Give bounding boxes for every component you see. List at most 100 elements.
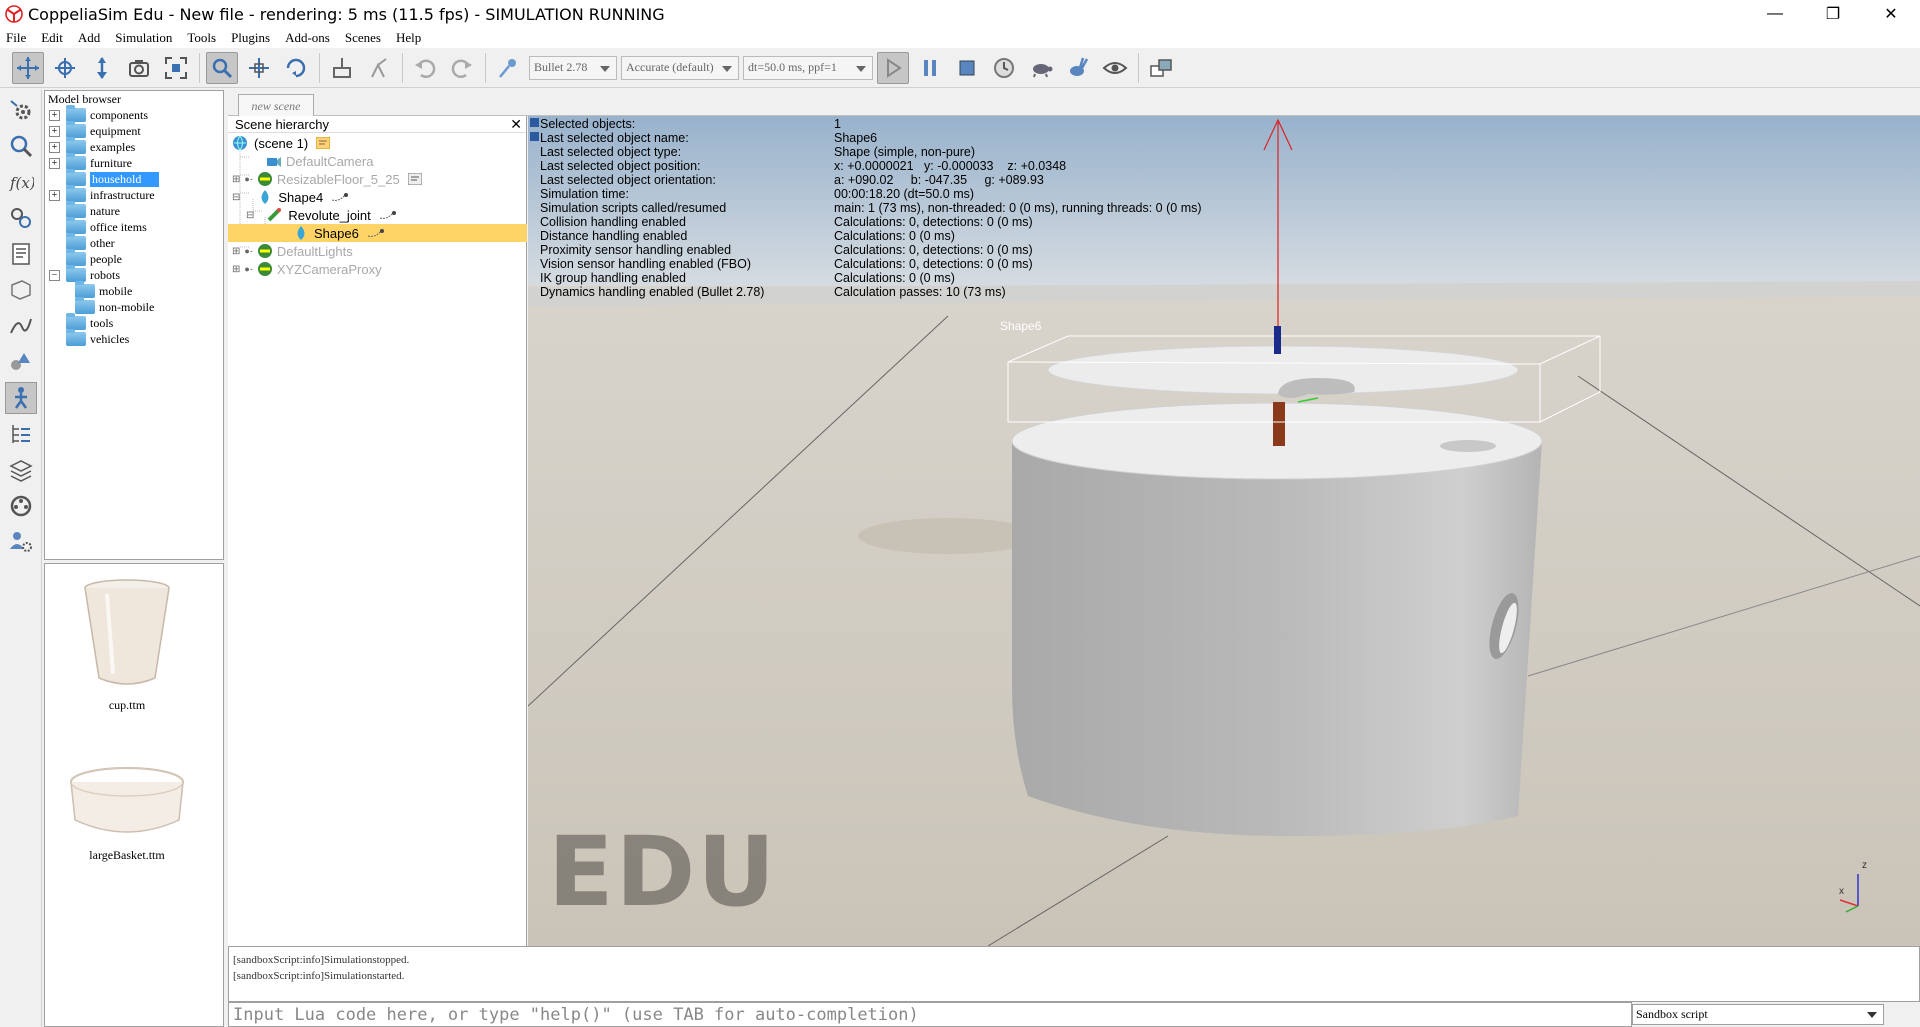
camera-shift-button[interactable] xyxy=(86,52,118,84)
menu-addons[interactable]: Add-ons xyxy=(285,30,330,46)
layers-button[interactable] xyxy=(5,454,37,486)
stop-simulation-button[interactable] xyxy=(951,52,983,84)
realtime-button[interactable] xyxy=(988,52,1020,84)
tab-new-scene[interactable]: new scene xyxy=(238,94,314,116)
object-rotate-button[interactable] xyxy=(280,52,312,84)
menu-file[interactable]: File xyxy=(6,30,26,46)
transfer-dna-button[interactable] xyxy=(363,52,395,84)
clock-icon xyxy=(994,57,1014,78)
scene-hierarchy-toggle-button[interactable] xyxy=(5,418,37,450)
model-folder-components[interactable]: + components xyxy=(49,105,148,123)
collapse-icon[interactable]: ⊟ xyxy=(232,192,240,203)
collapse-icon[interactable]: − xyxy=(49,269,60,281)
minimize-button[interactable]: — xyxy=(1746,0,1804,28)
expand-icon[interactable]: + xyxy=(49,125,60,137)
model-folder-mobile[interactable]: mobile xyxy=(75,281,132,299)
scene-selector-button[interactable] xyxy=(1145,52,1177,84)
menu-help[interactable]: Help xyxy=(396,30,421,46)
video-recorder-button[interactable] xyxy=(5,490,37,522)
script-selector[interactable]: Sandbox script xyxy=(1632,1004,1884,1025)
expand-icon[interactable]: ⊞ xyxy=(232,264,240,275)
model-folder-furniture[interactable]: + furniture xyxy=(49,153,132,171)
model-folder-tools[interactable]: tools xyxy=(49,313,113,331)
slow-down-button[interactable] xyxy=(1025,52,1057,84)
expand-icon[interactable]: + xyxy=(49,157,60,169)
path-edit-button[interactable] xyxy=(5,310,37,342)
lua-command-input[interactable]: Input Lua code here, or type "help()" (u… xyxy=(228,1002,1632,1027)
folder-icon xyxy=(66,153,86,170)
hierarchy-row-shape4[interactable]: ⊟ Shape4 xyxy=(228,188,527,206)
model-folder-vehicles[interactable]: vehicles xyxy=(49,329,129,347)
object-shift-button[interactable] xyxy=(243,52,275,84)
fit-to-view-button[interactable] xyxy=(160,52,192,84)
menu-simulation[interactable]: Simulation xyxy=(115,30,172,46)
timestep-select[interactable]: dt=50.0 ms, ppf=1 xyxy=(743,55,873,80)
model-folder-examples[interactable]: + examples xyxy=(49,137,135,155)
expand-icon[interactable]: + xyxy=(49,189,60,201)
hierarchy-row-default-lights[interactable]: ⊞ ●- DefaultLights xyxy=(228,242,527,260)
engine-accuracy-select[interactable]: Accurate (default) xyxy=(621,55,739,80)
info-toggle-icon[interactable] xyxy=(530,132,539,141)
close-hierarchy-button[interactable]: ✕ xyxy=(510,116,522,133)
redo-button[interactable] xyxy=(446,52,478,84)
physics-engine-select[interactable]: Bullet 2.78 xyxy=(529,55,617,80)
menu-scenes[interactable]: Scenes xyxy=(345,30,381,46)
model-folder-people[interactable]: people xyxy=(49,249,122,267)
click-select-button[interactable] xyxy=(206,51,238,84)
info-collapse-icon[interactable] xyxy=(530,118,539,127)
folder-icon xyxy=(66,249,86,266)
expand-icon[interactable]: ⊞ xyxy=(232,246,240,257)
hierarchy-row-revolute-joint[interactable]: ⊟ Revolute_joint xyxy=(228,206,527,224)
collapse-icon[interactable]: ⊟ xyxy=(246,210,254,221)
model-folder-other[interactable]: other xyxy=(49,233,115,251)
axis-z-label: z xyxy=(1862,860,1867,871)
speed-up-button[interactable] xyxy=(1062,52,1094,84)
model-thumbnail-cup[interactable]: cup.ttm xyxy=(67,574,187,713)
model-folder-infrastructure[interactable]: + infrastructure xyxy=(49,185,155,203)
assemble-button[interactable] xyxy=(326,52,358,84)
calculation-modules-button[interactable]: f(x) xyxy=(5,166,37,198)
model-folder-equipment[interactable]: + equipment xyxy=(49,121,141,139)
simulation-settings-button[interactable] xyxy=(5,94,37,126)
hierarchy-row-xyz-camera-proxy[interactable]: ⊞ ●- XYZCameraProxy xyxy=(228,260,527,278)
camera-angle-button[interactable] xyxy=(123,52,155,84)
model-folder-household[interactable]: household xyxy=(49,169,160,187)
hierarchy-row-scene[interactable]: (scene 1) xyxy=(228,134,527,152)
menu-tools[interactable]: Tools xyxy=(187,30,216,46)
shape-edit-button[interactable] xyxy=(5,274,37,306)
scene-viewport[interactable]: Shape6 EDU z x Selected objects: 1 Last s… xyxy=(528,116,1920,946)
model-browser-toggle-button[interactable] xyxy=(5,382,37,414)
hierarchy-row-shape6[interactable]: Shape6 xyxy=(228,224,527,242)
hierarchy-row-resizable-floor[interactable]: ⊞ ●- ResizableFloor_5_25 xyxy=(228,170,527,188)
user-settings-button[interactable] xyxy=(5,526,37,558)
hierarchy-icon xyxy=(12,425,30,443)
expand-icon[interactable]: ⊞ xyxy=(232,174,240,185)
menu-plugins[interactable]: Plugins xyxy=(231,30,270,46)
model-folder-office-items[interactable]: office items xyxy=(49,217,147,235)
model-folder-robots[interactable]: − robots xyxy=(49,265,120,283)
model-thumbnail-large-basket[interactable]: largeBasket.ttm xyxy=(67,764,187,863)
camera-pan-button[interactable] xyxy=(12,51,44,84)
visualization-toggle-button[interactable] xyxy=(1099,52,1131,84)
dynamics-engine-settings-button[interactable] xyxy=(492,52,524,84)
fit-view-icon xyxy=(165,56,187,79)
camera-rotate-button[interactable] xyxy=(49,52,81,84)
model-folder-nature[interactable]: nature xyxy=(49,201,120,219)
expand-icon[interactable]: + xyxy=(49,141,60,153)
model-folder-non-mobile[interactable]: non-mobile xyxy=(75,297,154,315)
expand-icon[interactable]: + xyxy=(49,109,60,121)
hierarchy-row-default-camera[interactable]: DefaultCamera xyxy=(228,152,527,170)
close-window-button[interactable]: ✕ xyxy=(1862,0,1920,28)
zoom-button[interactable] xyxy=(5,130,37,162)
stop-icon xyxy=(959,60,975,75)
start-simulation-button[interactable] xyxy=(877,51,909,84)
shape-properties-button[interactable] xyxy=(5,346,37,378)
scripts-button[interactable] xyxy=(5,238,37,270)
menu-edit[interactable]: Edit xyxy=(41,30,63,46)
pause-simulation-button[interactable] xyxy=(914,52,946,84)
collections-button[interactable] xyxy=(5,202,37,234)
status-console: [sandboxScript:info]Simulationstopped. [… xyxy=(228,946,1920,1002)
menu-add[interactable]: Add xyxy=(78,30,100,46)
undo-button[interactable] xyxy=(409,52,441,84)
restore-button[interactable]: ❐ xyxy=(1804,0,1862,28)
